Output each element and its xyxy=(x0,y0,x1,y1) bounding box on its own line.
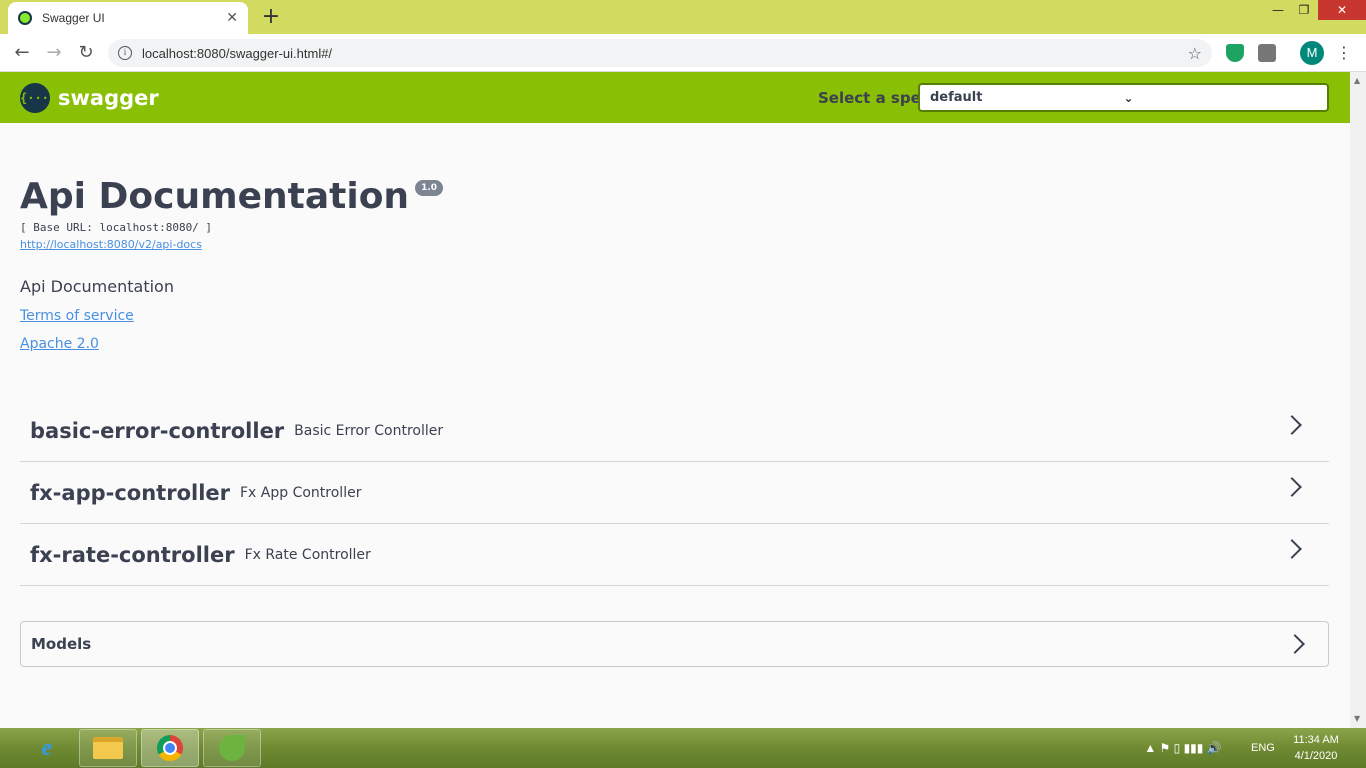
api-description: Api Documentation xyxy=(20,277,174,296)
address-bar[interactable]: i localhost:8080/swagger-ui.html#/ ☆ xyxy=(108,39,1212,67)
back-button[interactable]: ← xyxy=(10,41,34,65)
browser-tab[interactable]: Swagger UI ✕ xyxy=(8,2,248,34)
forward-button[interactable]: → xyxy=(42,41,66,65)
spring-taskbar-button[interactable] xyxy=(203,729,261,767)
page-scrollbar[interactable] xyxy=(1350,72,1366,728)
tag-fx-rate-controller[interactable]: fx-rate-controller Fx Rate Controller xyxy=(20,524,1329,586)
site-info-icon[interactable]: i xyxy=(118,46,132,60)
terms-of-service-link[interactable]: Terms of service xyxy=(20,308,443,324)
profile-avatar[interactable]: M xyxy=(1300,41,1324,65)
browser-toolbar: ← → ↻ i localhost:8080/swagger-ui.html#/… xyxy=(0,34,1366,72)
clock-time: 11:34 AM xyxy=(1293,734,1339,746)
swagger-logo-icon: {···} xyxy=(20,83,56,113)
models-section[interactable]: Models xyxy=(20,621,1329,667)
tag-basic-error-controller[interactable]: basic-error-controller Basic Error Contr… xyxy=(20,400,1329,462)
api-docs-link[interactable]: http://localhost:8080/v2/api-docs xyxy=(20,238,443,251)
browser-menu-icon[interactable]: ⋮ xyxy=(1334,41,1354,65)
maximize-button[interactable]: ❐ xyxy=(1292,0,1316,20)
clock-date: 4/1/2020 xyxy=(1294,750,1338,762)
camera-extension-icon[interactable] xyxy=(1258,44,1276,62)
tab-close-icon[interactable]: ✕ xyxy=(226,10,238,26)
system-clock[interactable]: 11:34 AM 4/1/2020 xyxy=(1288,728,1344,768)
scroll-up-arrow-icon[interactable]: ▲ xyxy=(1354,76,1360,85)
swagger-logo[interactable]: {···} swagger xyxy=(20,83,159,113)
api-title: Api Documentation xyxy=(20,176,410,217)
chevron-down-icon: ⌄ xyxy=(1123,90,1134,105)
bookmark-star-icon[interactable]: ☆ xyxy=(1188,44,1202,63)
language-indicator[interactable]: ENG xyxy=(1251,728,1275,768)
tag-fx-app-controller[interactable]: fx-app-controller Fx App Controller xyxy=(20,462,1329,524)
tag-description: Fx Rate Controller xyxy=(244,546,371,563)
swagger-topbar: {···} swagger Select a spec default ⌄ xyxy=(0,72,1350,123)
page-title: Api Documentation 1.0 xyxy=(20,176,444,217)
spec-select-value: default xyxy=(930,90,983,105)
reload-button[interactable]: ↻ xyxy=(74,41,98,65)
windows-taskbar: e ▲ ⚑ ▯ ▮▮▮ 🔊 ENG 11:34 AM 4/1/2020 xyxy=(0,728,1366,768)
tab-title: Swagger UI xyxy=(42,11,105,25)
models-label: Models xyxy=(31,635,92,653)
tag-description: Fx App Controller xyxy=(240,484,362,501)
ie-taskbar-button[interactable]: e xyxy=(18,729,76,767)
swagger-favicon-icon xyxy=(18,11,32,25)
spring-tool-suite-icon xyxy=(219,735,245,761)
tag-name: fx-rate-controller xyxy=(30,542,235,567)
base-url: [ Base URL: localhost:8080/ ] xyxy=(20,221,213,234)
spec-select[interactable]: default ⌄ xyxy=(918,83,1329,112)
internet-explorer-icon: e xyxy=(41,734,53,761)
explorer-taskbar-button[interactable] xyxy=(79,729,137,767)
folder-icon xyxy=(93,737,123,759)
api-info: Api Documentation 1.0 [ Base URL: localh… xyxy=(20,176,444,352)
tag-name: fx-app-controller xyxy=(30,480,230,505)
browser-tab-strip: Swagger UI ✕ + — ❐ ✕ xyxy=(0,0,1366,34)
version-badge: 1.0 xyxy=(415,180,444,196)
select-spec-label: Select a spec xyxy=(818,89,930,107)
swagger-logo-text: swagger xyxy=(58,86,159,110)
close-window-button[interactable]: ✕ xyxy=(1318,0,1366,20)
minimize-button[interactable]: — xyxy=(1266,0,1290,20)
chrome-taskbar-button[interactable] xyxy=(141,729,199,767)
new-tab-button[interactable]: + xyxy=(258,4,284,30)
system-tray-icons[interactable]: ▲ ⚑ ▯ ▮▮▮ 🔊 xyxy=(1128,728,1238,768)
scroll-down-arrow-icon[interactable]: ▼ xyxy=(1354,714,1360,723)
url-text[interactable]: localhost:8080/swagger-ui.html#/ xyxy=(142,46,1188,61)
tag-name: basic-error-controller xyxy=(30,418,285,443)
license-link[interactable]: Apache 2.0 xyxy=(20,336,443,352)
shield-extension-icon[interactable] xyxy=(1226,44,1244,62)
tag-description: Basic Error Controller xyxy=(294,422,444,439)
chrome-icon xyxy=(157,735,183,761)
